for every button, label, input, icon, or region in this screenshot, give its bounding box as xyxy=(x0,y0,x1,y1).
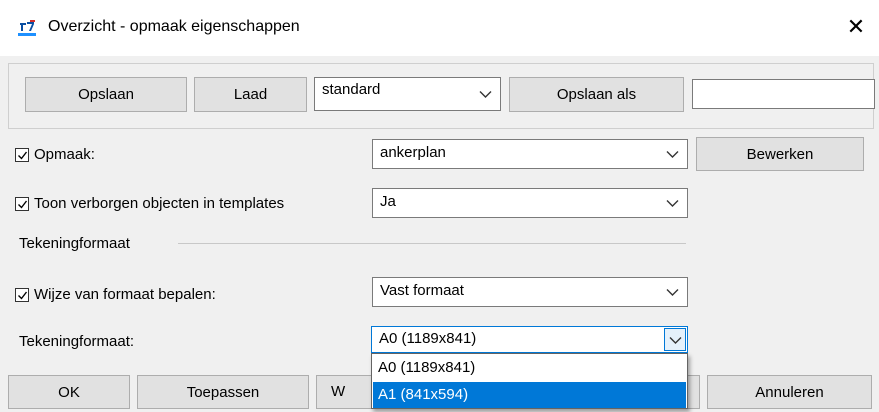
opmaak-checkbox-row[interactable]: Opmaak: xyxy=(15,146,95,163)
hidden-objects-checkbox-row[interactable]: Toon verborgen objecten in templates xyxy=(15,195,284,212)
dropdown-toggle[interactable] xyxy=(664,328,686,351)
opmaak-select-value: ankerplan xyxy=(380,144,446,161)
format-method-select-value: Vast formaat xyxy=(380,282,464,299)
checkmark-icon xyxy=(18,291,28,300)
drawing-format-label: Tekeningformaat: xyxy=(19,333,135,350)
drawing-format-select-value: A0 (1189x841) xyxy=(379,330,477,347)
ok-button[interactable]: OK xyxy=(8,375,130,409)
dialog-window: Overzicht - opmaak eigenschappen ✕ Opsla… xyxy=(0,0,879,412)
format-method-select[interactable]: Vast formaat xyxy=(372,277,688,307)
section-divider xyxy=(178,243,686,244)
checkmark-icon xyxy=(18,151,28,160)
chevron-down-icon xyxy=(666,200,679,207)
chevron-down-icon xyxy=(669,337,682,344)
profile-select-value: standard xyxy=(322,81,381,98)
format-method-checkbox-row[interactable]: Wijze van formaat bepalen: xyxy=(15,286,216,303)
save-button[interactable]: Opslaan xyxy=(25,77,187,112)
dropdown-option[interactable]: A0 (1189x841) xyxy=(373,355,686,381)
hidden-objects-select[interactable]: Ja xyxy=(372,188,688,218)
dropdown-option-selected[interactable]: A1 (841x594) xyxy=(373,382,686,408)
profile-select[interactable]: standard xyxy=(314,77,501,111)
opmaak-checkbox[interactable] xyxy=(15,147,29,162)
save-as-button[interactable]: Opslaan als xyxy=(509,77,684,112)
app-icon xyxy=(18,20,36,36)
chevron-down-icon xyxy=(666,289,679,296)
partial-button-label: W xyxy=(331,383,346,400)
hidden-objects-label: Toon verborgen objecten in templates xyxy=(34,195,285,212)
drawing-format-dropdown: A0 (1189x841) A1 (841x594) xyxy=(371,353,688,409)
load-button[interactable]: Laad xyxy=(194,77,307,112)
opmaak-label: Opmaak: xyxy=(34,146,95,163)
hidden-objects-checkbox[interactable] xyxy=(15,196,29,211)
section-title-drawing-format: Tekeningformaat xyxy=(19,235,130,252)
drawing-format-select[interactable]: A0 (1189x841) xyxy=(371,326,688,353)
format-method-label: Wijze van formaat bepalen: xyxy=(34,286,216,303)
save-as-name-input[interactable] xyxy=(692,79,875,109)
format-method-checkbox[interactable] xyxy=(15,287,29,302)
opmaak-select[interactable]: ankerplan xyxy=(372,139,688,169)
edit-button[interactable]: Bewerken xyxy=(696,137,864,171)
chevron-down-icon xyxy=(666,151,679,158)
hidden-objects-select-value: Ja xyxy=(380,193,396,210)
close-icon[interactable]: ✕ xyxy=(842,12,870,42)
checkmark-icon xyxy=(18,200,28,209)
apply-button[interactable]: Toepassen xyxy=(137,375,309,409)
chevron-down-icon xyxy=(479,91,492,98)
window-title: Overzicht - opmaak eigenschappen xyxy=(48,18,300,35)
cancel-button[interactable]: Annuleren xyxy=(707,375,872,409)
title-bar: Overzicht - opmaak eigenschappen ✕ xyxy=(0,0,879,56)
